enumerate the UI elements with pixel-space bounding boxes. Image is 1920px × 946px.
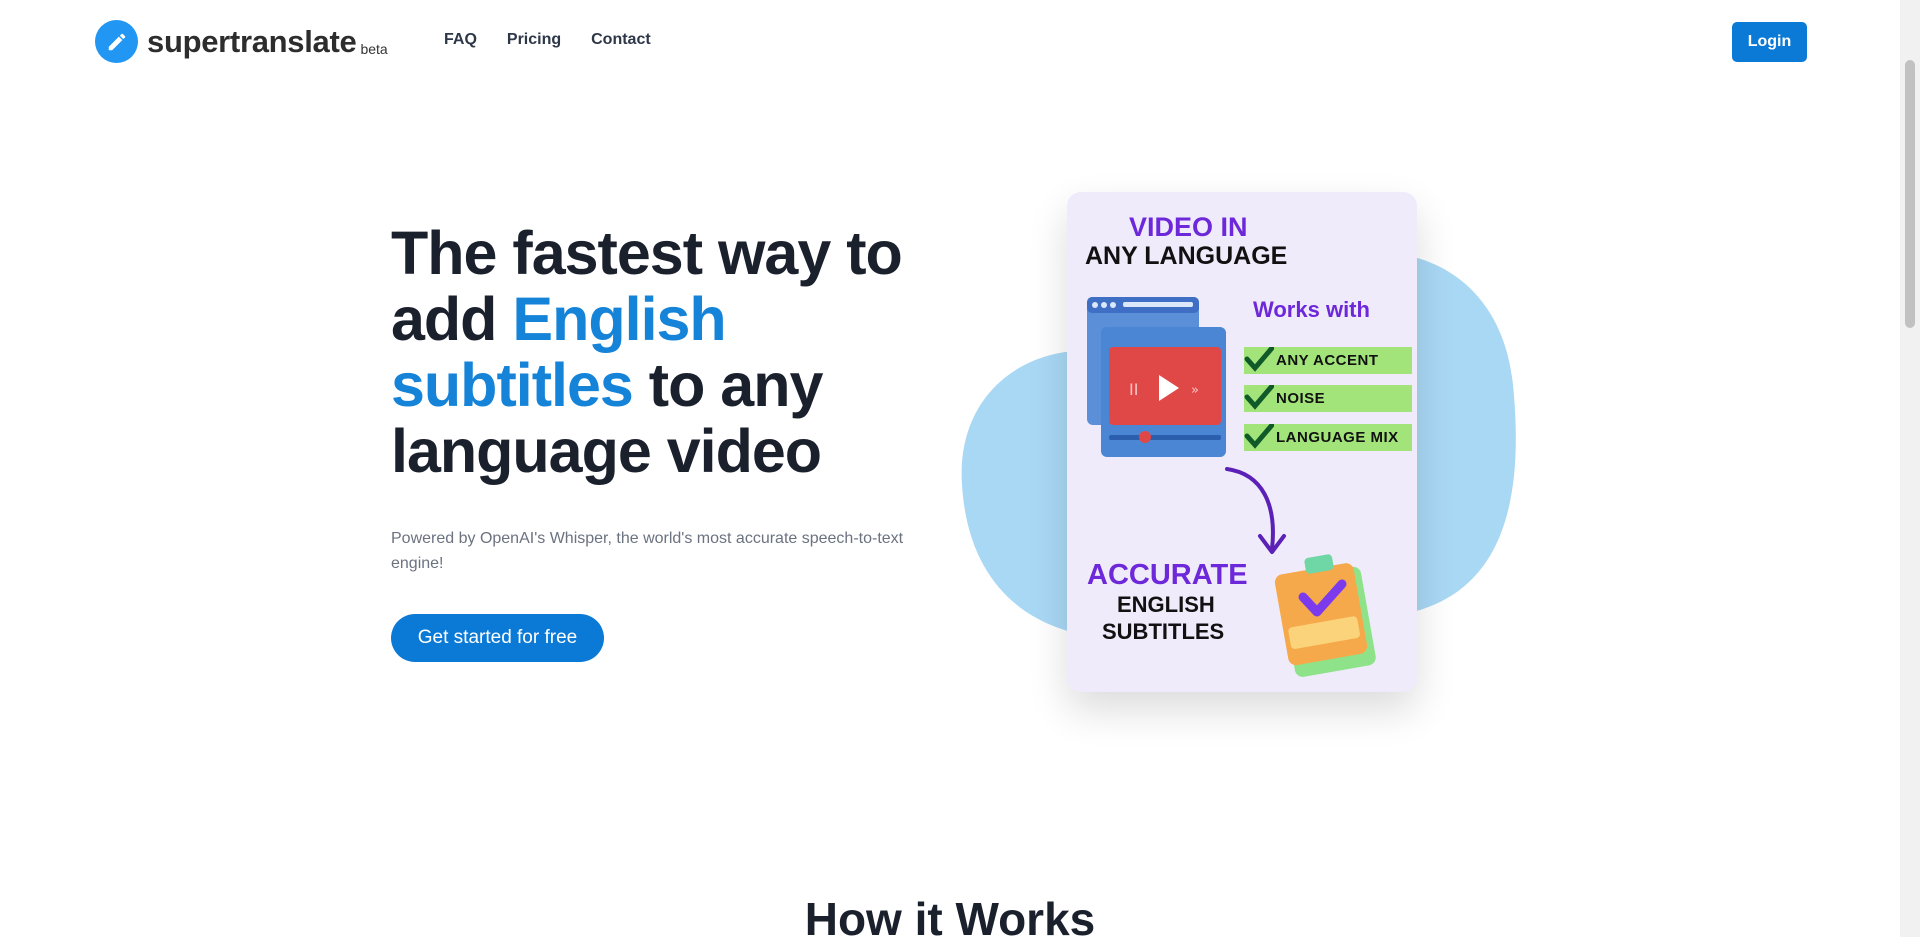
svg-text:II: II — [1129, 380, 1138, 399]
subtitles-label: SUBTITLES — [1102, 619, 1225, 644]
hero-illustration: VIDEO IN ANY LANGUAGE II » Works with AN… — [960, 185, 1520, 725]
scrollbar-thumb[interactable] — [1905, 60, 1915, 328]
login-button[interactable]: Login — [1732, 22, 1807, 62]
page-scrollbar[interactable] — [1900, 0, 1920, 937]
feature-label: NOISE — [1276, 390, 1326, 407]
nav-contact[interactable]: Contact — [591, 31, 651, 49]
feature-noise: NOISE — [1244, 383, 1412, 412]
hero-title: The fastest way to add English subtitles… — [391, 220, 951, 484]
card-heading-2: ANY LANGUAGE — [1085, 242, 1288, 270]
curved-arrow-icon — [1225, 467, 1286, 554]
check-icon — [1244, 422, 1275, 451]
video-player-icon: II » — [1087, 297, 1226, 457]
beta-badge: beta — [360, 40, 388, 57]
illustration-card: VIDEO IN ANY LANGUAGE II » Works with AN… — [1067, 192, 1417, 692]
logo[interactable]: supertranslate beta — [95, 20, 388, 63]
pencil-icon — [95, 20, 138, 63]
svg-text:»: » — [1191, 383, 1199, 398]
site-header: supertranslate beta FAQ Pricing Contact … — [0, 0, 1900, 84]
feature-label: LANGUAGE MIX — [1276, 429, 1399, 446]
main-nav: FAQ Pricing Contact — [444, 31, 681, 49]
feature-any-accent: ANY ACCENT — [1244, 345, 1412, 374]
check-icon — [1244, 383, 1275, 412]
feature-language-mix: LANGUAGE MIX — [1244, 422, 1412, 451]
hero-subtitle: Powered by OpenAI's Whisper, the world's… — [391, 530, 904, 572]
nav-pricing[interactable]: Pricing — [507, 31, 561, 49]
get-started-button[interactable]: Get started for free — [391, 614, 604, 662]
logo-text: supertranslate — [147, 23, 357, 59]
works-with-label: Works with — [1253, 297, 1370, 322]
english-label: ENGLISH — [1117, 592, 1215, 617]
accurate-label: ACCURATE — [1087, 559, 1248, 591]
nav-faq[interactable]: FAQ — [444, 31, 477, 49]
how-it-works-title: How it Works — [804, 893, 1096, 945]
clipboard-check-icon — [1274, 554, 1376, 677]
check-icon — [1244, 345, 1275, 374]
feature-label: ANY ACCENT — [1276, 352, 1379, 369]
card-heading-1: VIDEO IN — [1129, 212, 1248, 242]
